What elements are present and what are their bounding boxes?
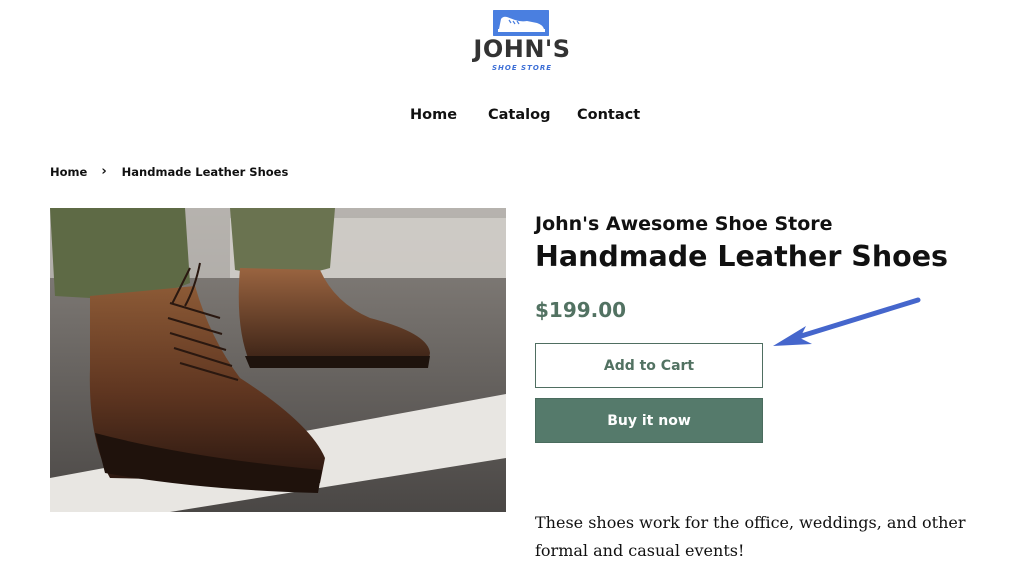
buy-now-button[interactable]: Buy it now [535, 398, 763, 443]
product-description: These shoes work for the office, wedding… [535, 513, 966, 560]
product-image[interactable] [50, 208, 506, 512]
nav-catalog[interactable]: Catalog [488, 104, 550, 126]
add-to-cart-button[interactable]: Add to Cart [535, 343, 763, 388]
logo-subtitle: SHOE STORE [491, 64, 552, 72]
chevron-right-icon: › [101, 164, 107, 179]
product-price: $199.00 [535, 298, 627, 322]
logo-name: JOHN'S [473, 35, 571, 63]
arrow-icon [768, 292, 928, 354]
breadcrumb-home[interactable]: Home [50, 163, 87, 181]
store-logo[interactable]: JOHN'S SHOE STORE [468, 8, 576, 74]
breadcrumb: Home › Handmade Leather Shoes [50, 163, 288, 181]
breadcrumb-current: Handmade Leather Shoes [121, 165, 289, 179]
nav-contact[interactable]: Contact [577, 104, 640, 126]
sneaker-icon [493, 10, 549, 36]
store-name: John's Awesome Shoe Store [535, 213, 833, 235]
product-title: Handmade Leather Shoes [535, 240, 948, 273]
nav-home[interactable]: Home [410, 104, 457, 126]
